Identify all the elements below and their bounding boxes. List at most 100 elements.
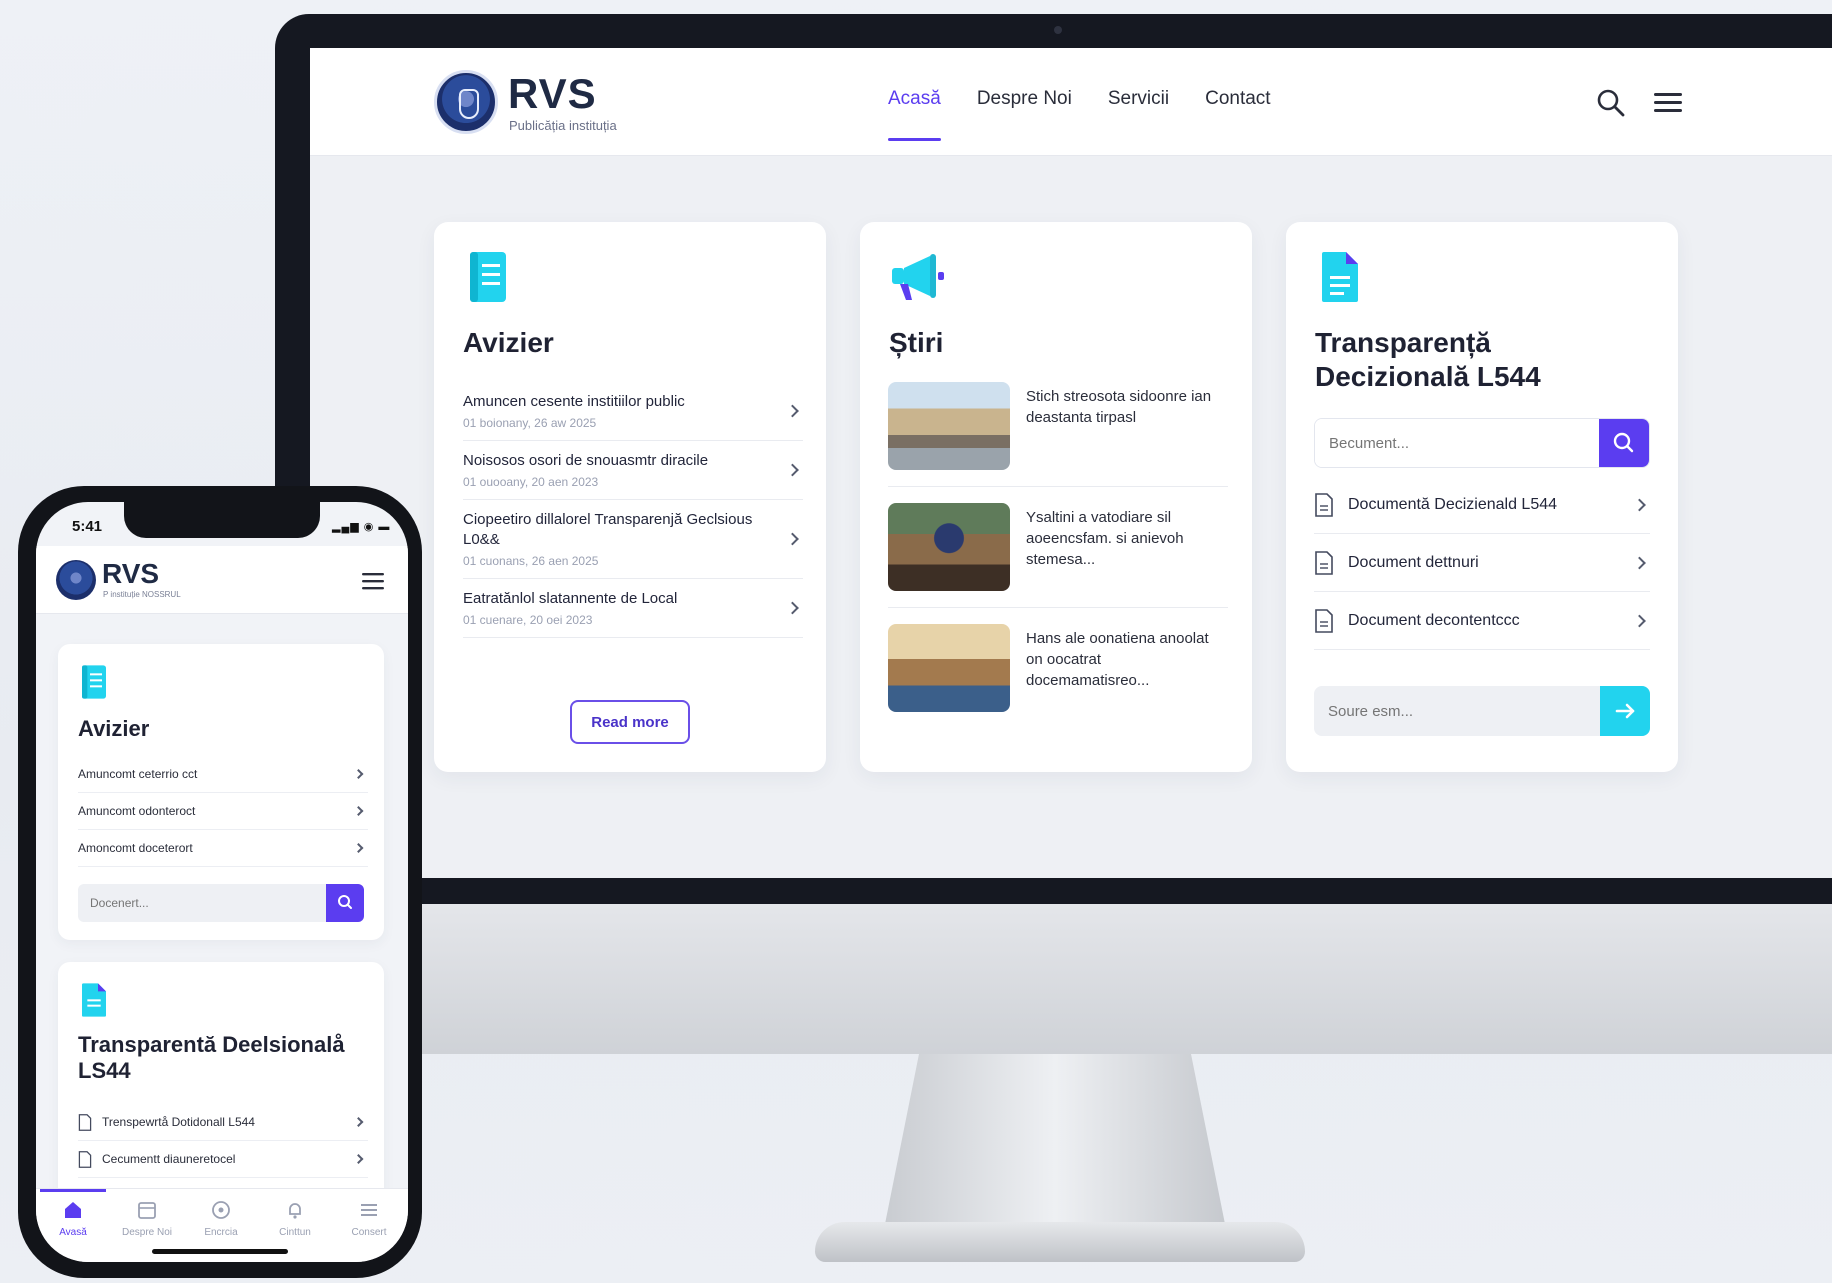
search-icon[interactable] <box>1594 86 1628 120</box>
document-item-label: Document dettnuri <box>1348 553 1479 571</box>
subscribe-button[interactable] <box>1600 686 1650 736</box>
avizier-list: Amuncen cesente institiilor public 01 bo… <box>463 382 803 638</box>
hamburger-menu-icon[interactable] <box>1652 88 1684 118</box>
subscribe-box <box>1314 686 1650 736</box>
news-item[interactable]: Hans ale oonatiena anoolat on oocatrat d… <box>888 624 1228 728</box>
avizier-item-date: 01 ouooany, 20 aen 2023 <box>463 475 599 489</box>
mobile-avizier-title: Avizier <box>78 716 150 741</box>
nav-services[interactable]: Servicii <box>1108 88 1169 110</box>
tab-about[interactable]: Despre Noi <box>110 1199 184 1238</box>
arrow-right-icon <box>1615 703 1635 719</box>
stiri-card: Știri Stich streosota sidoonre ian deast… <box>860 222 1252 772</box>
list-item-label: Amuncomt ceterrio cct <box>78 767 198 781</box>
webcam <box>1054 26 1062 34</box>
avizier-item[interactable]: Eatratănlol slatannente de Local 01 cuen… <box>463 579 803 638</box>
mobile-search-input[interactable] <box>78 884 318 922</box>
document-search-input[interactable] <box>1315 419 1599 467</box>
nav-home[interactable]: Acasă <box>888 88 941 141</box>
avizier-item[interactable]: Amuncen cesente institiilor public 01 bo… <box>463 382 803 441</box>
news-thumbnail[interactable] <box>888 382 1010 470</box>
logo-emblem-icon[interactable] <box>434 70 498 134</box>
avizier-item[interactable]: Noisosos osori de snouasmtr diracile 01 … <box>463 441 803 500</box>
news-thumbnail[interactable] <box>888 503 1010 591</box>
home-icon <box>65 1202 81 1218</box>
document-list: Documentă Decizienald L544 Document dett… <box>1314 476 1650 650</box>
list-item[interactable]: Amoncomt doceterort <box>78 830 368 867</box>
transparenta-card: Transparență Decizională L544 Documentă … <box>1286 222 1678 772</box>
mobile-transparenta-card: Transparentă Deelsionalå LS44 Trenspewrt… <box>58 962 384 1202</box>
hamburger-menu-icon[interactable] <box>362 572 384 590</box>
tab-home[interactable]: Avasă <box>36 1189 110 1238</box>
tab-label: Cinttun <box>279 1227 311 1238</box>
chevron-right-icon <box>786 601 799 615</box>
document-item[interactable]: Document dettnuri <box>1314 534 1650 592</box>
nav-contact[interactable]: Contact <box>1205 88 1270 110</box>
document-item[interactable]: Document decontentccc <box>1314 592 1650 650</box>
mobile-logo-title[interactable]: RVS <box>102 558 159 590</box>
avizier-item-title: Ciopeetiro dillalorel Transparenjă Gecls… <box>463 511 753 548</box>
tab-label: Despre Noi <box>121 1227 173 1238</box>
file-icon <box>1315 608 1333 633</box>
document-item[interactable]: Documentă Decizienald L544 <box>1314 476 1650 534</box>
chevron-right-icon <box>353 1154 364 1164</box>
document-item-label: Documentă Decizienald L544 <box>1348 495 1558 513</box>
document-search <box>1314 418 1650 468</box>
read-more-button[interactable]: Read more <box>570 700 690 744</box>
chevron-right-icon <box>786 532 799 546</box>
tab-notifications[interactable]: Cinttun <box>258 1199 332 1238</box>
subscribe-input[interactable] <box>1314 686 1598 736</box>
news-item[interactable]: Ysaltini a vatodiare sil aoeencsfam. si … <box>888 503 1228 608</box>
mobile-header: RVS P instituție NOSSRUL <box>36 546 408 614</box>
menu-icon <box>361 1204 377 1216</box>
notebook-icon <box>82 665 106 699</box>
news-item[interactable]: Stich streosota sidoonre ian deastanta t… <box>888 382 1228 487</box>
tab-label: Encrcia <box>204 1227 238 1238</box>
list-item[interactable]: Amuncomt odonteroct <box>78 793 368 830</box>
monitor-stand <box>885 1054 1225 1224</box>
chevron-right-icon <box>353 806 364 816</box>
logo-emblem-icon[interactable] <box>56 560 96 600</box>
chevron-right-icon <box>786 463 799 477</box>
file-icon <box>1315 550 1333 575</box>
document-item-label: Trenspewrtå Dotidonall L544 <box>102 1115 255 1129</box>
status-time: 5:41 <box>72 518 103 535</box>
site-header: RVS Publicăția instituția Acasă Despre N… <box>310 48 1832 156</box>
avizier-item-date: 01 boionany, 26 aw 2025 <box>463 416 597 430</box>
document-item[interactable]: Cecumentt diauneretocel <box>78 1141 368 1178</box>
news-thumbnail[interactable] <box>888 624 1010 712</box>
search-icon <box>338 895 352 909</box>
mobile-search-button[interactable] <box>326 884 364 922</box>
mobile-document-search <box>78 884 364 922</box>
logo-subtitle: Publicăția instituția <box>509 118 617 133</box>
mobile-screen: 5:41 ▂▄▆ ◉ ▬ RVS P instituție NOSSRUL Av… <box>36 502 408 1262</box>
list-item[interactable]: Amuncomt ceterrio cct <box>78 756 368 793</box>
document-search-button[interactable] <box>1599 419 1649 467</box>
document-item-label: Document decontentccc <box>1348 611 1520 629</box>
compass-icon <box>212 1201 230 1219</box>
tab-contact[interactable]: Consert <box>332 1199 406 1238</box>
document-icon <box>82 983 106 1017</box>
status-icons: ▂▄▆ ◉ ▬ <box>332 521 391 533</box>
nav-about[interactable]: Despre Noi <box>977 88 1072 110</box>
tab-services[interactable]: Encrcia <box>184 1199 258 1238</box>
avizier-item[interactable]: Ciopeetiro dillalorel Transparenjă Gecls… <box>463 500 803 579</box>
chevron-right-icon <box>353 1117 364 1127</box>
calendar-icon <box>138 1202 156 1219</box>
document-item[interactable]: Trenspewrtå Dotidonall L544 <box>78 1104 368 1141</box>
chevron-right-icon <box>353 843 364 853</box>
avizier-item-title: Noisosos osori de snouasmtr diracile <box>463 452 709 469</box>
file-icon <box>78 1113 92 1131</box>
transparenta-title: Transparență Decizională L544 <box>1315 327 1541 392</box>
tab-label: Avasă <box>59 1227 87 1238</box>
chevron-right-icon <box>1633 556 1646 569</box>
mobile-document-list: Trenspewrtå Dotidonall L544 Cecumentt di… <box>78 1104 368 1178</box>
avizier-item-date: 01 cuonans, 26 aen 2025 <box>463 554 599 568</box>
mobile-transparenta-title: Transparentă Deelsionalå LS44 <box>78 1032 345 1083</box>
megaphone-icon <box>892 254 944 300</box>
tab-label: Consert <box>351 1227 387 1238</box>
home-indicator[interactable] <box>152 1249 288 1254</box>
news-item-text: Stich streosota sidoonre ian deastanta t… <box>1026 388 1212 426</box>
notebook-icon <box>470 252 506 302</box>
mobile-tab-bar: Avasă Despre Noi Encrcia Cinttun Consert <box>36 1188 408 1262</box>
logo-title[interactable]: RVS <box>508 70 597 118</box>
